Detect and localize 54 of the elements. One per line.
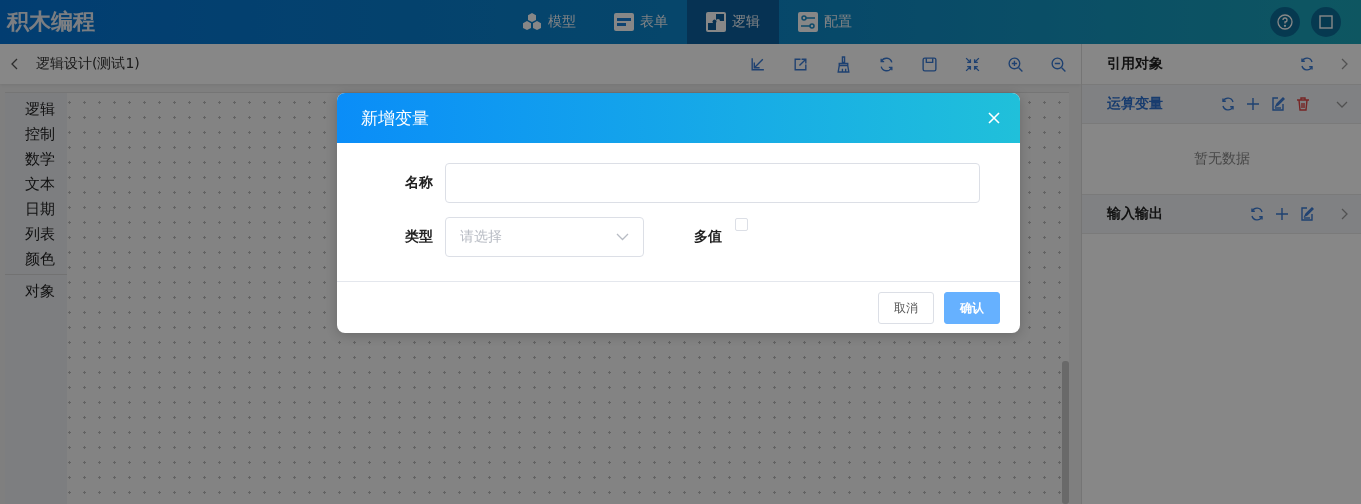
back-icon[interactable] [10, 57, 20, 71]
empty-text: 暂无数据 [1193, 150, 1250, 168]
zoom-in-icon[interactable] [1007, 55, 1024, 73]
help-icon[interactable] [1270, 7, 1300, 37]
section-header[interactable]: 运算变量 [1082, 84, 1361, 124]
config-icon [798, 12, 818, 32]
checkbox[interactable] [735, 218, 748, 231]
chevron-right-icon[interactable] [1339, 57, 1349, 71]
delete-icon[interactable] [1295, 96, 1311, 112]
category-item[interactable]: 控制 [5, 122, 67, 147]
nav-tab[interactable]: 配置 [779, 0, 871, 44]
chevron-right-icon[interactable] [1339, 207, 1349, 221]
category-item[interactable]: 文本 [5, 172, 67, 197]
brush-icon[interactable] [835, 55, 852, 73]
cubes-icon [522, 13, 542, 31]
chevron-down-icon[interactable] [1335, 99, 1349, 109]
form-icon [614, 13, 634, 31]
section-header[interactable]: 输入输出 [1082, 194, 1361, 234]
edit-icon[interactable] [1270, 96, 1286, 112]
nav-tab[interactable]: 表单 [595, 0, 687, 44]
field-label: 多值 [694, 228, 723, 246]
app-title: 积木编程 [7, 8, 95, 36]
save-icon[interactable] [921, 55, 938, 73]
category-item[interactable]: 列表 [5, 222, 67, 247]
page-title: 逻辑设计(测试1) [36, 55, 140, 73]
category-item[interactable]: 日期 [5, 197, 67, 222]
category-item[interactable]: 对象 [5, 279, 67, 304]
category-item[interactable]: 颜色 [5, 247, 67, 272]
import-icon[interactable] [749, 55, 766, 73]
edit-icon[interactable] [1299, 206, 1315, 222]
cancel-button[interactable]: 取消 [878, 292, 934, 324]
refresh-icon[interactable] [1249, 206, 1265, 222]
chevron-down-icon[interactable] [616, 233, 629, 241]
panel-title: 引用对象 [1107, 55, 1163, 73]
export-icon[interactable] [792, 55, 809, 73]
category-item[interactable]: 逻辑 [5, 97, 67, 122]
maximize-icon[interactable] [1311, 7, 1341, 37]
puzzle-icon [706, 12, 726, 32]
field-label: 类型 [404, 228, 434, 246]
refresh-icon[interactable] [878, 55, 895, 73]
refresh-icon[interactable] [1220, 96, 1236, 112]
zoom-out-icon[interactable] [1050, 55, 1067, 73]
close-icon[interactable] [988, 112, 1000, 124]
refresh-icon[interactable] [1299, 56, 1315, 72]
field-label: 名称 [404, 174, 434, 192]
add-icon[interactable] [1245, 96, 1261, 112]
category-item[interactable]: 数学 [5, 147, 67, 172]
collapse-icon[interactable] [964, 55, 981, 73]
nav-tab[interactable]: 模型 [503, 0, 595, 44]
add-icon[interactable] [1274, 206, 1290, 222]
input-field[interactable] [445, 163, 980, 203]
scrollbar[interactable] [1062, 361, 1069, 504]
nav-tab[interactable]: 逻辑 [687, 0, 779, 44]
dialog-title: 新增变量 [361, 106, 429, 130]
